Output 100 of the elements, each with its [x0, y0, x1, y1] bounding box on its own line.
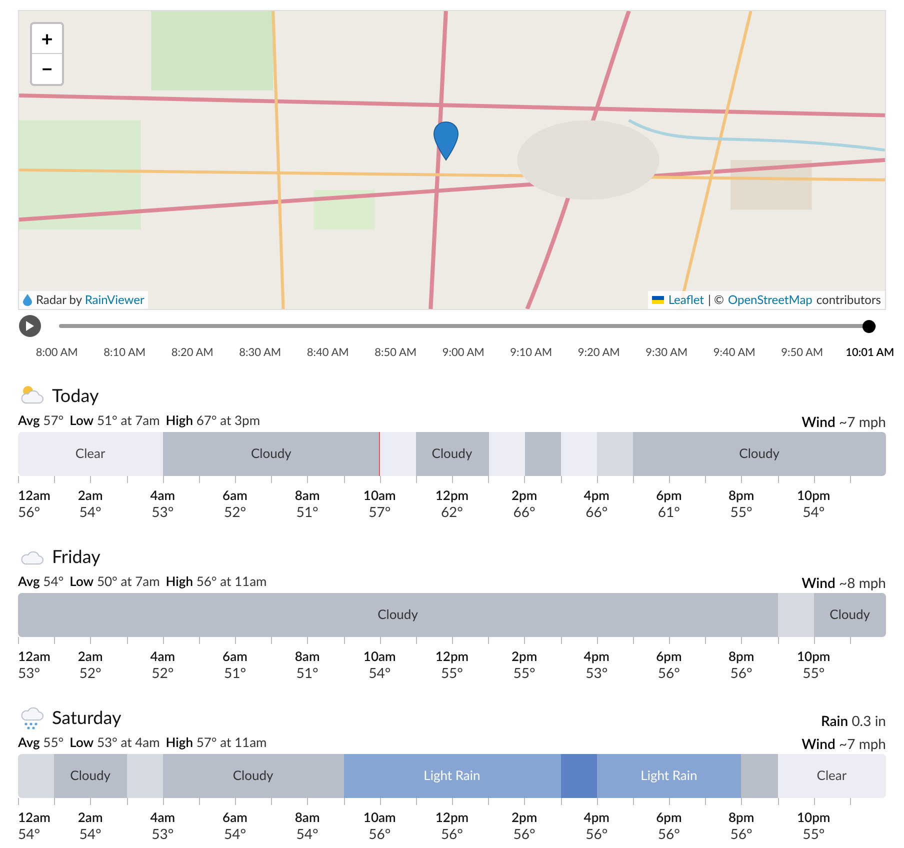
hour-label: 6pm [656, 648, 682, 664]
timeline-time[interactable]: 8:10 AM [104, 345, 146, 362]
hour-label: 6am [222, 648, 248, 664]
hour-label: 2am [78, 808, 103, 824]
hour-label: 2pm [511, 486, 538, 502]
hour-label: 2pm [511, 648, 538, 664]
hour-label: 4pm [584, 486, 610, 502]
temperature-label: 61° [658, 502, 680, 520]
condition-label: Cloudy [432, 444, 472, 463]
timeline-handle[interactable] [862, 320, 876, 332]
temperature-label: 62° [440, 502, 463, 520]
hour-label: 10pm [797, 648, 830, 664]
timeline-slider[interactable] [59, 320, 876, 332]
hour-label: 10am [363, 808, 396, 824]
hour-label: 6pm [656, 486, 682, 502]
stat-text: Low 53° at 4am [70, 732, 160, 752]
day-title: Saturday [52, 704, 122, 730]
timeline-time[interactable]: 8:00 AM [36, 345, 78, 362]
temperature-label: 51° [224, 664, 246, 682]
temperature-label: 53° [586, 664, 608, 682]
temperature-label: 54° [802, 502, 825, 520]
temperature-label: 53° [152, 824, 174, 842]
openstreetmap-link[interactable]: OpenStreetMap [728, 291, 812, 309]
temperature-label: 55° [440, 664, 463, 682]
temperature-label: 51° [296, 502, 318, 520]
temperature-label: 54° [18, 824, 40, 842]
play-icon [26, 321, 34, 331]
condition-label: Cloudy [70, 766, 110, 785]
zoom-in-button[interactable]: + [32, 24, 62, 54]
hour-label: 8am [294, 648, 320, 664]
timeline-time[interactable]: 9:30 AM [646, 345, 688, 362]
hour-label: 2am [78, 486, 103, 502]
hour-label: 12am [18, 648, 50, 664]
temperature-label: 54° [296, 824, 318, 842]
hour-label: 4pm [584, 648, 610, 664]
stat-text: Rain 0.3 in [820, 710, 886, 730]
hour-label: 10am [363, 648, 396, 664]
hour-label: 2pm [511, 808, 538, 824]
temperature-label: 56° [658, 664, 680, 682]
hour-label: 8pm [728, 486, 754, 502]
temperature-label: 55° [802, 824, 825, 842]
hour-label: 4am [150, 648, 176, 664]
temperature-label: 55° [730, 502, 752, 520]
hour-label: 10pm [797, 808, 830, 824]
hour-label: 4pm [584, 808, 610, 824]
temperature-label: 57° [368, 502, 391, 520]
timeline-time[interactable]: 9:10 AM [510, 345, 552, 362]
hour-label: 4am [150, 486, 176, 502]
timeline-time[interactable]: 9:50 AM [781, 345, 824, 362]
leaflet-link[interactable]: Leaflet [668, 291, 704, 309]
stat-text: Low 50° at 7am [70, 572, 160, 590]
temperature-label: 56° [730, 664, 752, 682]
day-title: Today [52, 382, 99, 408]
timeline-time[interactable]: 10:01 AM [846, 345, 894, 362]
hour-label: 6am [222, 808, 248, 824]
timeline-time[interactable]: 8:20 AM [171, 345, 214, 362]
radar-credit: Radar by RainViewer [36, 291, 144, 309]
stat-text: Avg 54° [18, 572, 64, 590]
timeline-time[interactable]: 9:40 AM [713, 345, 756, 362]
temperature-label: 66° [586, 502, 608, 520]
hour-label: 8pm [728, 648, 754, 664]
rainviewer-link[interactable]: RainViewer [84, 292, 144, 307]
temperature-label: 55° [802, 664, 825, 682]
temperature-label: 52° [224, 502, 246, 520]
temperature-label: 53° [18, 664, 40, 682]
temperature-label: 54° [224, 824, 246, 842]
hour-label: 4am [150, 808, 176, 824]
temperature-label: 52° [79, 664, 102, 682]
zoom-out-button[interactable]: − [32, 54, 62, 84]
stat-text: Avg 55° [18, 732, 64, 752]
hour-label: 10am [363, 486, 396, 502]
condition-label: Cloudy [232, 766, 274, 785]
timeline-time[interactable]: 9:00 AM [442, 345, 484, 362]
stat-text: Low 51° at 7am [70, 410, 160, 430]
hour-label: 6am [222, 486, 248, 502]
play-button[interactable] [19, 315, 41, 337]
timeline-time[interactable]: 9:20 AM [578, 345, 620, 362]
hour-label: 8am [294, 486, 320, 502]
temperature-label: 56° [513, 824, 536, 842]
temperature-label: 56° [658, 824, 680, 842]
stat-text: High 57° at 11am [166, 732, 267, 752]
temperature-label: 52° [152, 664, 174, 682]
condition-label: Light Rain [424, 766, 480, 785]
condition-label: Clear [816, 766, 847, 785]
condition-label: Cloudy [250, 444, 292, 463]
stat-text: Wind ~7 mph [802, 734, 886, 754]
timeline-time[interactable]: 8:40 AM [306, 345, 349, 362]
timeline-time[interactable]: 8:30 AM [239, 345, 282, 362]
temperature-label: 66° [513, 502, 536, 520]
hour-label: 12am [18, 486, 50, 502]
map-pin-icon [433, 121, 459, 161]
temperature-label: 56° [440, 824, 463, 842]
stat-text: High 56° at 11am [166, 572, 267, 590]
stat-text: Wind ~7 mph [802, 412, 886, 432]
hour-label: 12pm [435, 486, 469, 502]
condition-label: Cloudy [739, 444, 780, 463]
hour-label: 10pm [797, 486, 830, 502]
timeline-time[interactable]: 8:50 AM [374, 345, 417, 362]
attribution-text: contributors [816, 291, 881, 309]
stat-text: Wind ~8 mph [802, 572, 886, 592]
